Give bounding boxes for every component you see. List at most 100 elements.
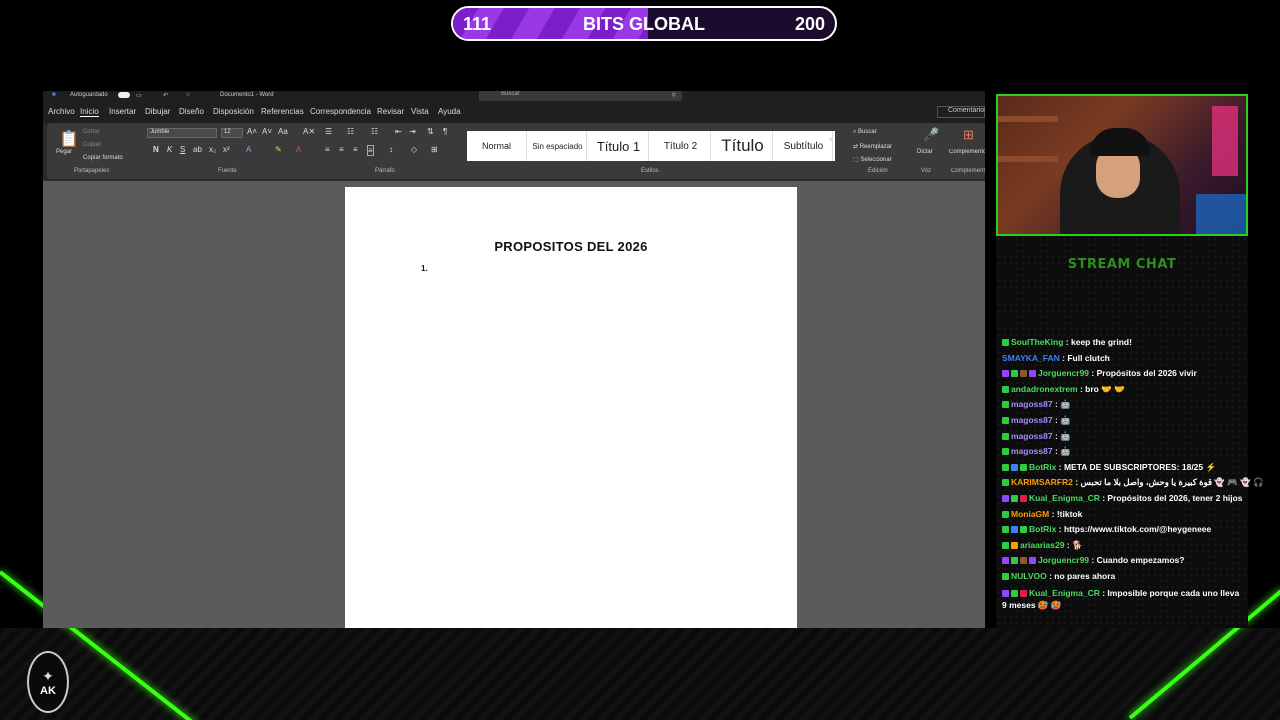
chat-badge-icon bbox=[1002, 572, 1009, 580]
font-size-select[interactable]: 12 bbox=[221, 128, 243, 138]
highlight-icon[interactable]: ✎ bbox=[275, 145, 282, 154]
text-effects-icon[interactable]: A bbox=[246, 145, 251, 154]
menu-item-10[interactable]: Ayuda bbox=[438, 107, 461, 116]
menu-item-2[interactable]: Insertar bbox=[109, 107, 136, 116]
align-left-icon[interactable]: ≡ bbox=[325, 145, 330, 154]
shrink-font-icon[interactable]: A˅ bbox=[262, 127, 272, 136]
format-painter-button[interactable]: Copiar formato bbox=[83, 155, 123, 161]
chat-text: : 🤖 bbox=[1054, 446, 1071, 457]
document-heading[interactable]: PROPOSITOS DEL 2026 bbox=[345, 239, 797, 254]
italic-icon[interactable]: K bbox=[167, 145, 172, 154]
paste-icon[interactable]: 📋 bbox=[59, 129, 79, 149]
chat-username[interactable]: Jorguencr99 bbox=[1038, 368, 1089, 378]
subscript-icon[interactable]: x₂ bbox=[209, 145, 216, 154]
chat-username[interactable]: Jorguencr99 bbox=[1038, 555, 1089, 565]
replace-button[interactable]: ⇄ Reemplazar bbox=[853, 143, 892, 150]
menu-item-3[interactable]: Dibujar bbox=[145, 107, 170, 116]
dictate-button[interactable]: Dictar bbox=[917, 149, 933, 155]
align-center-icon[interactable]: ≡ bbox=[339, 145, 344, 154]
copy-button[interactable]: Copiar bbox=[83, 142, 101, 148]
redo-icon[interactable]: ○ bbox=[186, 92, 190, 98]
chat-username[interactable]: ariaarias29 bbox=[1020, 540, 1064, 550]
font-color-icon[interactable]: A bbox=[296, 145, 301, 154]
document-canvas[interactable]: PROPOSITOS DEL 2026 1. bbox=[43, 181, 985, 628]
menu-item-5[interactable]: Disposición bbox=[213, 107, 254, 116]
clear-format-icon[interactable]: A✕ bbox=[303, 127, 315, 136]
chat-username[interactable]: MoniaGM bbox=[1011, 509, 1049, 519]
chat-username[interactable]: magoss87 bbox=[1011, 431, 1053, 441]
chat-username[interactable]: BotRix bbox=[1029, 524, 1056, 534]
chat-badge-icon bbox=[1002, 510, 1009, 518]
chat-username[interactable]: magoss87 bbox=[1011, 446, 1053, 456]
chat-username[interactable]: magoss87 bbox=[1011, 399, 1053, 409]
style-item-2[interactable]: Título 1 bbox=[589, 131, 649, 161]
undo-icon[interactable]: ↶ bbox=[163, 92, 168, 99]
style-item-1[interactable]: Sin espaciado bbox=[529, 131, 587, 161]
autosave-label: Autoguardado bbox=[70, 92, 108, 98]
comments-button[interactable]: Comentarios bbox=[937, 106, 985, 118]
style-item-3[interactable]: Título 2 bbox=[651, 131, 711, 161]
chat-message: BotRix : https://www.tiktok.com/@heygene… bbox=[1002, 522, 1242, 538]
chat-message: magoss87 : 🤖 bbox=[1002, 397, 1242, 413]
chat-badge-icon bbox=[1029, 557, 1036, 565]
strikethrough-icon[interactable]: ab bbox=[193, 145, 202, 154]
chat-username[interactable]: KARIMSARFR2 bbox=[1011, 477, 1073, 487]
chat-username[interactable]: Kual_Enigma_CR bbox=[1029, 588, 1100, 598]
chat-text: : 🤖 bbox=[1054, 430, 1071, 441]
menu-item-0[interactable]: Archivo bbox=[48, 107, 75, 116]
bullets-icon[interactable]: ☰ bbox=[325, 127, 332, 136]
menu-item-1[interactable]: Inicio bbox=[80, 107, 99, 117]
microphone-icon[interactable]: ⚲ bbox=[672, 92, 676, 99]
font-name-select[interactable]: Jumble bbox=[147, 128, 217, 138]
style-item-4[interactable]: Título bbox=[713, 131, 773, 161]
menu-item-6[interactable]: Referencias bbox=[261, 107, 304, 116]
chat-username[interactable]: SMAYKA_FAN bbox=[1002, 353, 1060, 363]
borders-icon[interactable]: ⊞ bbox=[431, 145, 438, 154]
bold-icon[interactable]: N bbox=[153, 145, 159, 154]
superscript-icon[interactable]: x² bbox=[223, 145, 230, 154]
chat-username[interactable]: Kual_Enigma_CR bbox=[1029, 493, 1100, 503]
replace-icon: ⇄ bbox=[853, 144, 860, 150]
paste-button[interactable]: Pegar bbox=[56, 149, 72, 155]
style-item-0[interactable]: Normal bbox=[467, 131, 527, 161]
save-icon[interactable]: ▭ bbox=[136, 92, 142, 99]
chat-username[interactable]: NULVOO bbox=[1011, 571, 1047, 581]
chat-text: : Cuando empezamos? bbox=[1091, 555, 1185, 566]
autosave-toggle[interactable] bbox=[118, 92, 130, 98]
style-item-5[interactable]: Subtítulo bbox=[775, 131, 833, 161]
grow-font-icon[interactable]: A˄ bbox=[247, 127, 257, 136]
menu-item-4[interactable]: Diseño bbox=[179, 107, 204, 116]
chat-username[interactable]: SoulTheKing bbox=[1011, 337, 1063, 347]
document-page[interactable]: PROPOSITOS DEL 2026 1. bbox=[345, 187, 797, 628]
chat-message: KARIMSARFR2 : قوة كبيرة يا وحش، واصل بلا… bbox=[1002, 475, 1264, 491]
justify-icon[interactable]: ≡ bbox=[367, 145, 374, 156]
menu-item-7[interactable]: Correspondencia bbox=[310, 107, 371, 116]
microphone-dictate-icon[interactable]: 🎤 bbox=[923, 127, 939, 143]
addins-icon[interactable]: ⊞ bbox=[963, 127, 974, 143]
find-button[interactable]: ⌕ Buscar bbox=[853, 129, 877, 136]
change-case-icon[interactable]: Aa bbox=[278, 127, 288, 136]
styles-more-icon[interactable]: ▾ bbox=[829, 135, 833, 144]
menu-item-9[interactable]: Vista bbox=[411, 107, 429, 116]
underline-icon[interactable]: S bbox=[180, 145, 185, 154]
chat-badge-icon bbox=[1002, 416, 1009, 424]
chat-username[interactable]: magoss87 bbox=[1011, 415, 1053, 425]
search-input[interactable]: Buscar ⚲ bbox=[479, 91, 682, 101]
addins-button[interactable]: Complementos bbox=[949, 149, 985, 155]
increase-indent-icon[interactable]: ⇥ bbox=[409, 127, 416, 136]
chat-username[interactable]: andadronextrem bbox=[1011, 384, 1078, 394]
numbering-icon[interactable]: ☷ bbox=[347, 127, 354, 136]
line-spacing-icon[interactable]: ↕ bbox=[389, 145, 393, 154]
cut-button[interactable]: Cortar bbox=[83, 129, 100, 135]
chat-badge-icon bbox=[1002, 432, 1009, 440]
sort-icon[interactable]: ⇅ bbox=[427, 127, 434, 136]
chat-username[interactable]: BotRix bbox=[1029, 462, 1056, 472]
shading-icon[interactable]: ◇ bbox=[411, 145, 417, 154]
show-marks-icon[interactable]: ¶ bbox=[443, 127, 447, 136]
decrease-indent-icon[interactable]: ⇤ bbox=[395, 127, 402, 136]
multilevel-list-icon[interactable]: ☷ bbox=[371, 127, 378, 136]
document-list-item[interactable]: 1. bbox=[421, 264, 428, 273]
select-button[interactable]: ⬚ Seleccionar bbox=[853, 156, 892, 163]
menu-item-8[interactable]: Revisar bbox=[377, 107, 404, 116]
align-right-icon[interactable]: ≡ bbox=[353, 145, 358, 154]
